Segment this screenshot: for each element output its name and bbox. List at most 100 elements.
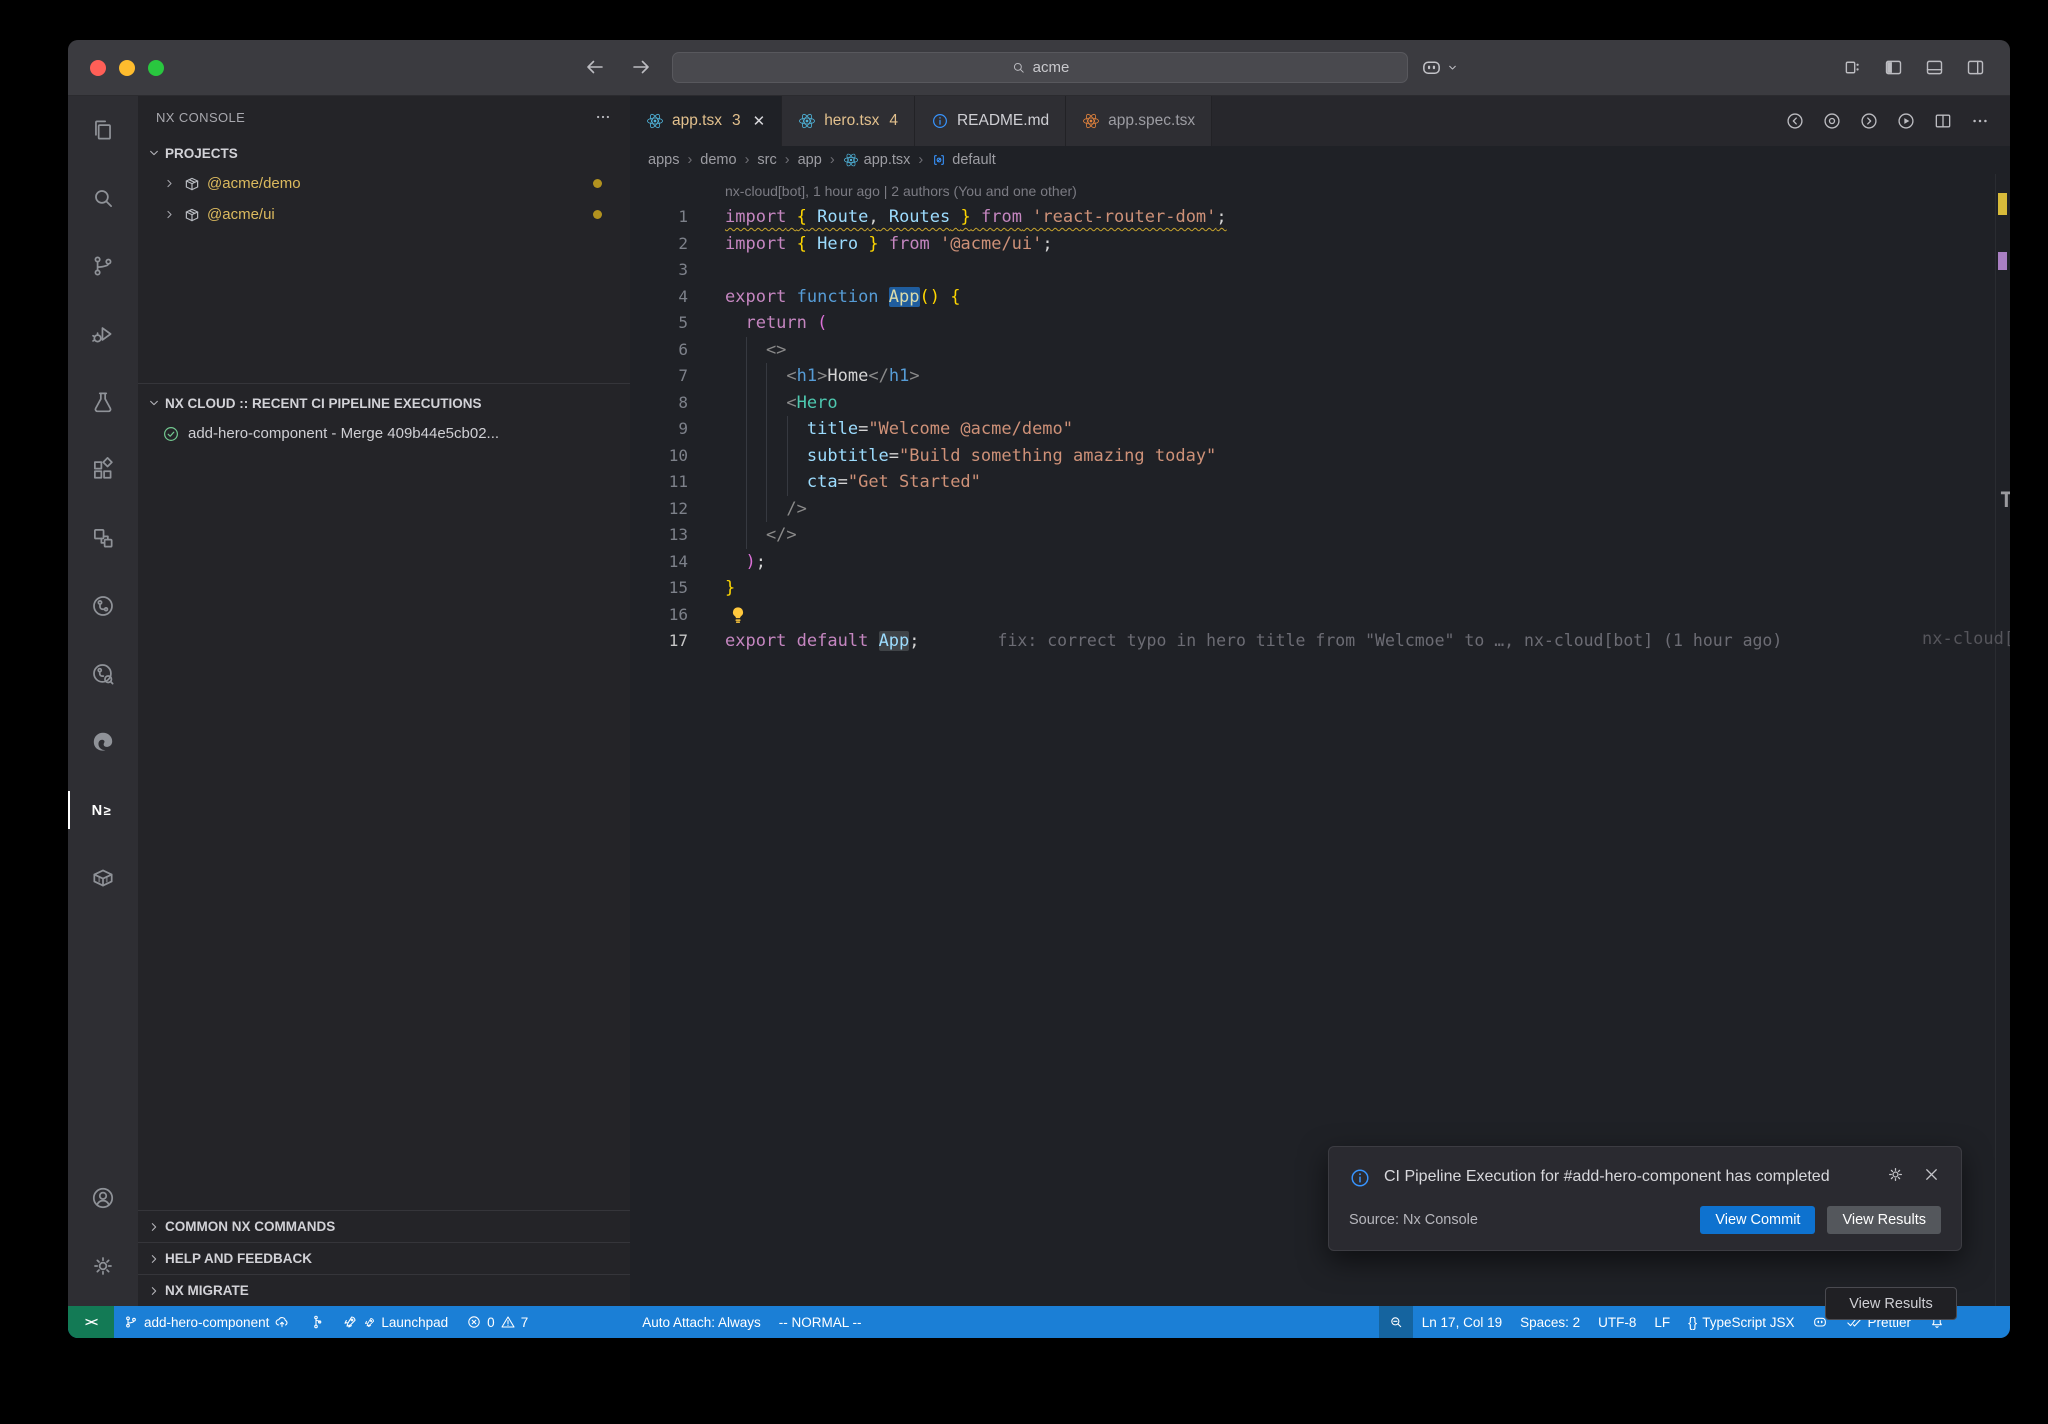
breadcrumb-item-demo[interactable]: demo (700, 152, 736, 168)
section-common-nx-commands[interactable]: COMMON NX COMMANDS (138, 1210, 630, 1242)
section-label: COMMON NX COMMANDS (165, 1219, 335, 1234)
activity-item-source-control[interactable] (68, 232, 138, 300)
view-results-button[interactable]: View Results (1827, 1206, 1941, 1234)
breadcrumb-separator: › (785, 152, 790, 168)
status-language[interactable]: {} TypeScript JSX (1679, 1306, 1803, 1338)
activity-item-run-debug[interactable] (68, 300, 138, 368)
close-window-button[interactable] (90, 60, 106, 76)
activity-item-references[interactable] (68, 504, 138, 572)
code-line-6: 6 <> (630, 337, 2010, 364)
notification-settings-icon[interactable] (1886, 1165, 1905, 1184)
breadcrumb-item-app[interactable]: app (798, 152, 822, 168)
react-icon (646, 112, 664, 130)
navigate-forward-icon[interactable] (629, 55, 653, 79)
search-value: acme (1033, 59, 1070, 76)
window-controls (90, 60, 164, 76)
view-commit-button[interactable]: View Commit (1700, 1206, 1815, 1234)
project-item[interactable]: @acme/ui (138, 199, 630, 230)
breadcrumb-item-src[interactable]: src (757, 152, 776, 168)
language-label: TypeScript JSX (1702, 1315, 1794, 1330)
activity-item-search[interactable] (68, 164, 138, 232)
status-indentation[interactable]: Spaces: 2 (1511, 1306, 1589, 1338)
code-line-16: 16 (630, 602, 2010, 629)
close-icon[interactable] (1922, 1165, 1941, 1184)
activity-item-pipeline-circle[interactable] (68, 572, 138, 640)
status-pipeline[interactable] (299, 1306, 333, 1338)
navigate-back-icon[interactable] (583, 55, 607, 79)
status-branch[interactable]: add-hero-component (114, 1306, 299, 1338)
references-icon (90, 525, 116, 551)
breadcrumb-item-default[interactable]: default (931, 152, 996, 168)
remote-indicator[interactable]: >< (68, 1306, 114, 1338)
tab-close-icon[interactable]: ✕ (753, 112, 766, 130)
activity-item-nx[interactable]: N≥ (68, 776, 138, 844)
pipeline-search-icon (90, 661, 116, 687)
section-label: NX MIGRATE (165, 1283, 249, 1298)
line-content: subtitle="Build something amazing today" (725, 443, 1216, 470)
symbol-default-icon (931, 152, 947, 168)
activity-item-explorer[interactable] (68, 96, 138, 164)
settings-gear-icon (90, 1253, 116, 1279)
copilot-menu[interactable] (1420, 56, 1460, 79)
run-file-icon[interactable] (1896, 111, 1916, 131)
pipeline-circle-icon (90, 593, 116, 619)
activity-item-edge[interactable] (68, 708, 138, 776)
tab-hero.tsx[interactable]: hero.tsx4 (782, 96, 915, 146)
activity-item-settings-gear[interactable] (68, 1232, 138, 1300)
activity-item-account[interactable] (68, 1164, 138, 1232)
tab-app.tsx[interactable]: app.tsx3✕ (630, 96, 782, 146)
status-eol[interactable]: LF (1645, 1306, 1679, 1338)
status-vim-mode: -- NORMAL -- (770, 1306, 871, 1338)
line-number: 3 (630, 257, 725, 284)
info-icon (1349, 1167, 1371, 1189)
view-results-tooltip: View Results (1825, 1287, 1957, 1320)
activity-item-testing[interactable] (68, 368, 138, 436)
target-icon[interactable] (1822, 111, 1842, 131)
breadcrumb-item-apps[interactable]: apps (648, 152, 679, 168)
status-encoding[interactable]: UTF-8 (1589, 1306, 1645, 1338)
tab-label: README.md (957, 112, 1049, 130)
customize-layout-icon[interactable] (1842, 57, 1863, 78)
toggle-sidebar-icon[interactable] (1883, 57, 1904, 78)
line-number: 15 (630, 575, 725, 602)
split-editor-icon[interactable] (1933, 111, 1953, 131)
status-line-col[interactable]: Ln 17, Col 19 (1413, 1306, 1511, 1338)
breadcrumb-item-app.tsx[interactable]: app.tsx (843, 152, 911, 168)
code-line-2: 2import { Hero } from '@acme/ui'; (630, 231, 2010, 258)
quick-fix-lightbulb-icon[interactable] (728, 605, 748, 625)
line-content: } (725, 575, 735, 602)
line-content: <h1>Home</h1> (725, 363, 920, 390)
go-back-icon[interactable] (1785, 111, 1805, 131)
status-zoom[interactable] (1379, 1306, 1413, 1338)
minimize-window-button[interactable] (119, 60, 135, 76)
status-problems[interactable]: 0 7 (457, 1306, 537, 1338)
activity-item-container[interactable] (68, 844, 138, 912)
section-help-and-feedback[interactable]: HELP AND FEEDBACK (138, 1242, 630, 1274)
section-nx-cloud[interactable]: NX CLOUD :: RECENT CI PIPELINE EXECUTION… (138, 388, 630, 418)
section-projects[interactable]: PROJECTS (138, 138, 630, 168)
status-auto-attach[interactable]: Auto Attach: Always (633, 1306, 770, 1338)
line-number: 7 (630, 363, 725, 390)
activity-item-extensions[interactable] (68, 436, 138, 504)
code-editor[interactable]: nx-cloud[bot], 1 hour ago | 2 authors (Y… (630, 174, 2010, 655)
tab-app.spec.tsx[interactable]: app.spec.tsx (1066, 96, 1212, 146)
more-actions-icon[interactable] (594, 108, 612, 126)
pipeline-execution-item[interactable]: add-hero-component - Merge 409b44e5cb02.… (138, 418, 630, 449)
line-number: 16 (630, 602, 725, 629)
tab-README.md[interactable]: README.md (915, 96, 1066, 146)
tab-label: app.spec.tsx (1108, 112, 1195, 130)
activity-item-pipeline-search[interactable] (68, 640, 138, 708)
tab-problem-badge: 3 (732, 112, 741, 130)
rocket-icon (363, 1316, 376, 1329)
modified-dot (593, 179, 602, 188)
zoom-out-icon (1388, 1314, 1404, 1330)
section-nx-migrate[interactable]: NX MIGRATE (138, 1274, 630, 1306)
go-forward-icon[interactable] (1859, 111, 1879, 131)
status-launchpad[interactable]: Launchpad (333, 1306, 457, 1338)
toggle-secondary-sidebar-icon[interactable] (1965, 57, 1986, 78)
more-actions-icon[interactable] (1970, 111, 1990, 131)
zoom-window-button[interactable] (148, 60, 164, 76)
toggle-panel-icon[interactable] (1924, 57, 1945, 78)
project-item[interactable]: @acme/demo (138, 168, 630, 199)
command-center-search[interactable]: acme (672, 52, 1408, 83)
